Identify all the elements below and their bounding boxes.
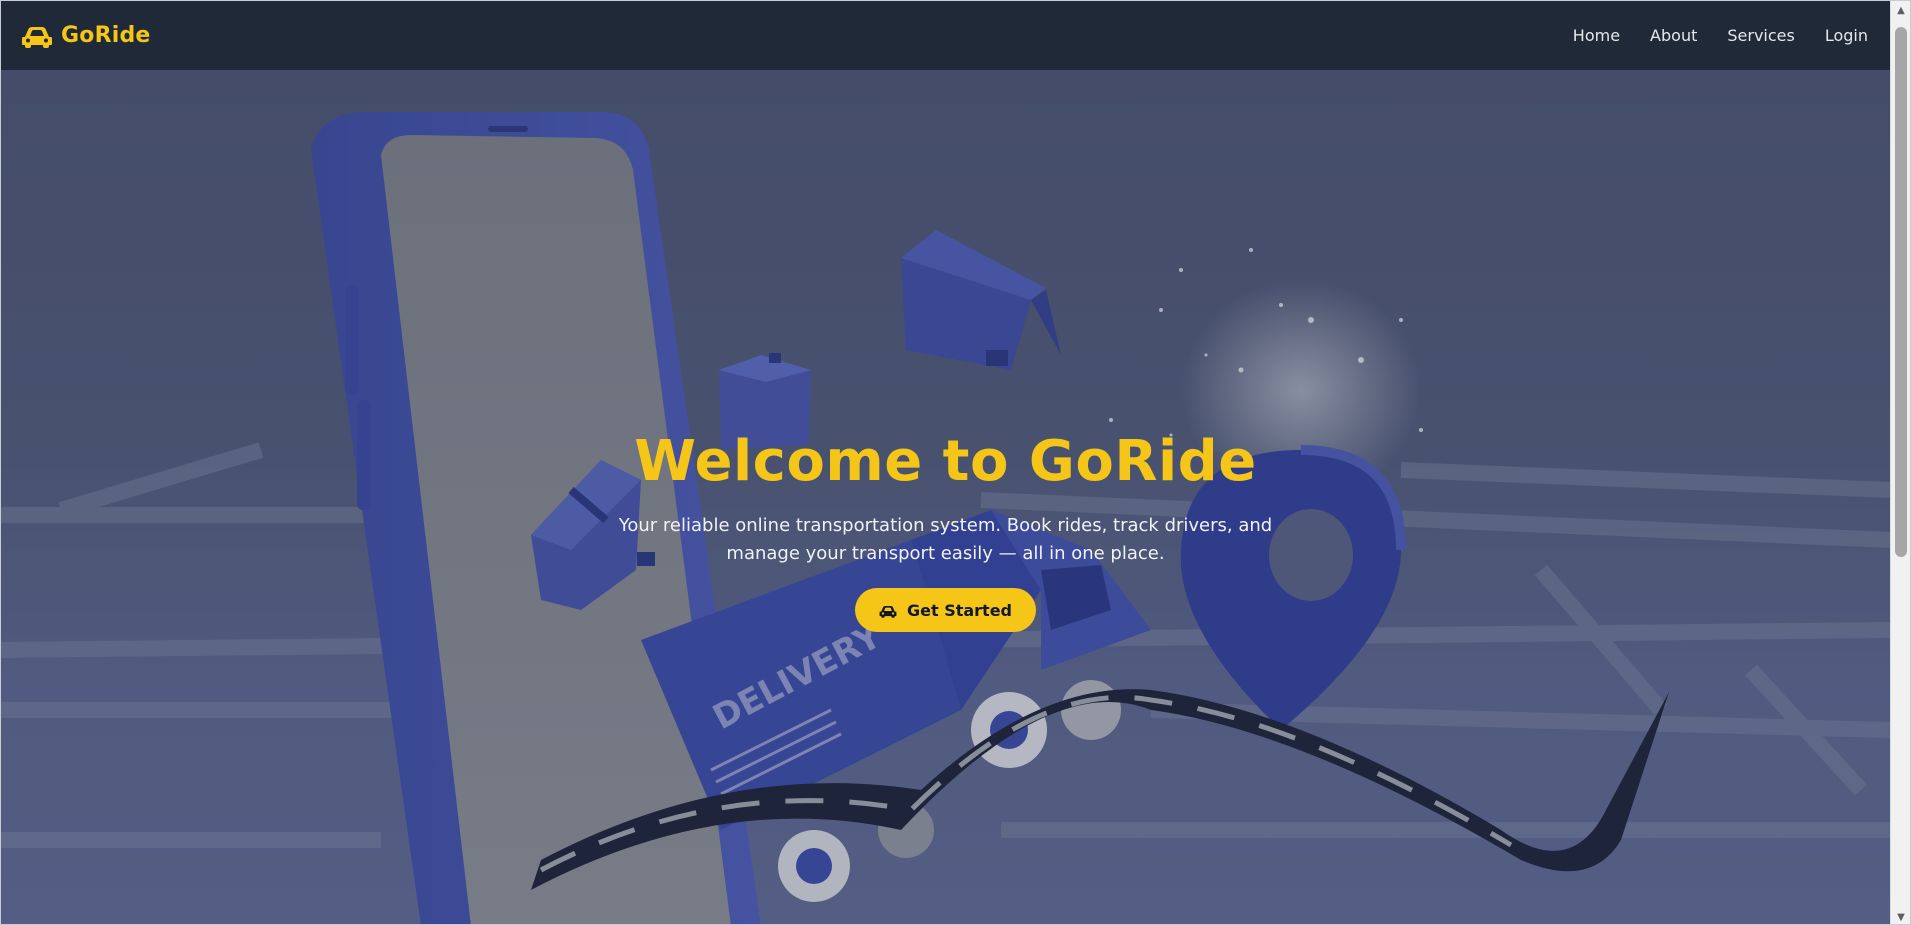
scroll-up-arrow-icon[interactable]: ▲ xyxy=(1891,1,1910,19)
nav-link-login[interactable]: Login xyxy=(1825,26,1868,45)
scrollbar-thumb[interactable] xyxy=(1895,27,1907,557)
hero-title: Welcome to GoRide xyxy=(634,429,1257,494)
car-icon xyxy=(879,603,897,619)
vertical-scrollbar[interactable]: ▲ ▼ xyxy=(1890,1,1910,924)
hero-section: DELIVERY Welcome to GoRide Your reliable… xyxy=(1,70,1890,924)
browser-window: GoRide Home About Services Login DELIVER… xyxy=(0,0,1911,925)
navbar: GoRide Home About Services Login xyxy=(1,1,1890,70)
brand-name: GoRide xyxy=(61,23,151,48)
hero-subtitle: Your reliable online transportation syst… xyxy=(618,515,1273,565)
nav-link-about[interactable]: About xyxy=(1650,26,1697,45)
nav-links: Home About Services Login xyxy=(1573,26,1868,45)
brand[interactable]: GoRide xyxy=(21,23,151,48)
get-started-label: Get Started xyxy=(906,600,1012,620)
nav-link-services[interactable]: Services xyxy=(1727,26,1794,45)
nav-link-home[interactable]: Home xyxy=(1573,26,1620,45)
hero-content: Welcome to GoRide Your reliable online t… xyxy=(1,429,1890,633)
get-started-button[interactable]: Get Started xyxy=(854,588,1036,633)
car-icon xyxy=(21,24,53,48)
scroll-down-arrow-icon[interactable]: ▼ xyxy=(1891,908,1910,924)
